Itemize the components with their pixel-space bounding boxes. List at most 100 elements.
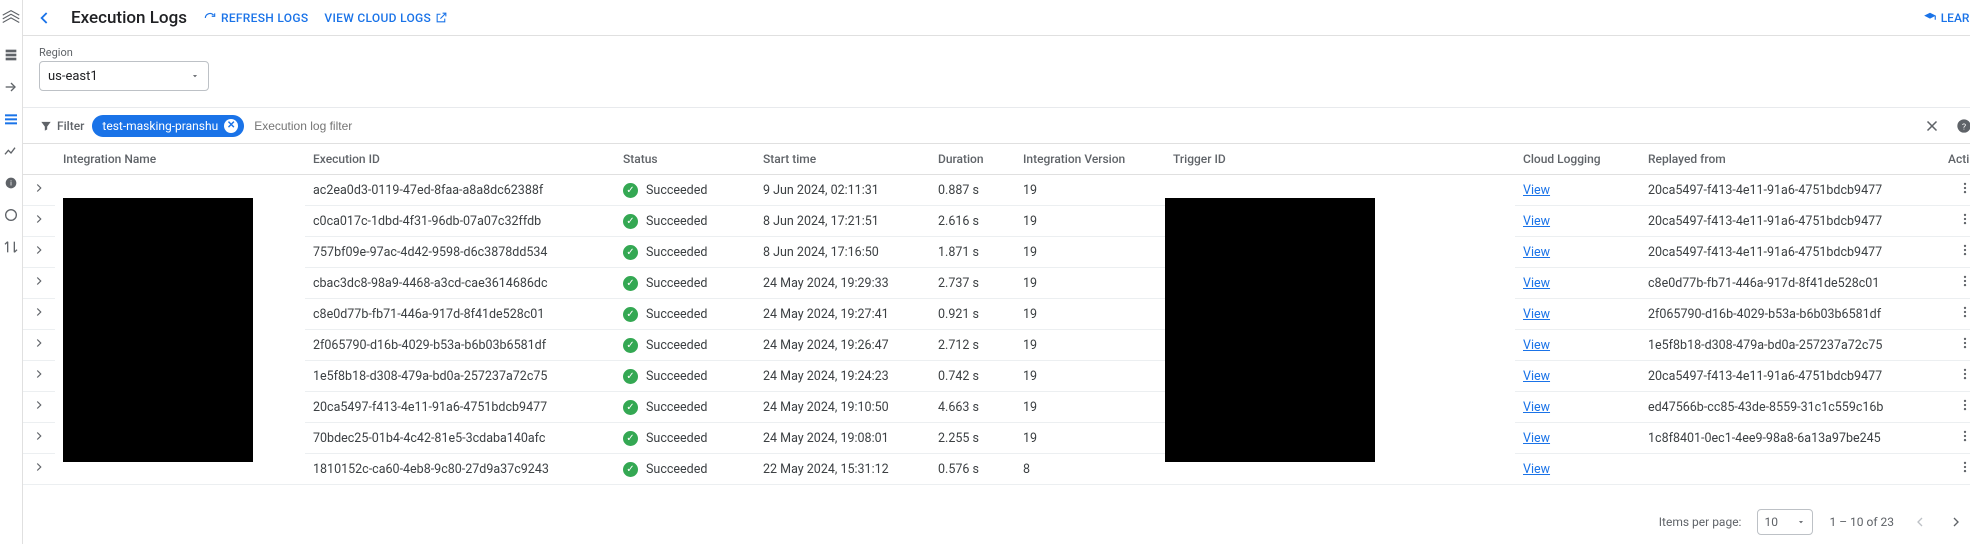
cell-status: ✓Succeeded <box>615 268 755 299</box>
cell-status: ✓Succeeded <box>615 206 755 237</box>
row-actions-button[interactable] <box>1940 361 1970 392</box>
view-cloud-log-link[interactable]: View <box>1523 245 1550 260</box>
view-cloud-log-link[interactable]: View <box>1523 369 1550 384</box>
expand-row-button[interactable] <box>23 454 55 485</box>
filter-bar: Filter test-masking-pranshu ✕ ? <box>23 108 1970 144</box>
expand-row-button[interactable] <box>23 175 55 206</box>
expand-row-button[interactable] <box>23 268 55 299</box>
view-cloud-log-link[interactable]: View <box>1523 462 1550 477</box>
filter-help-button[interactable]: ? <box>1954 116 1970 136</box>
view-cloud-logs-button[interactable]: VIEW CLOUD LOGS <box>324 11 448 25</box>
cell-cloud-logging: View <box>1515 454 1640 485</box>
cell-integration-version: 19 <box>1015 361 1165 392</box>
expand-row-button[interactable] <box>23 299 55 330</box>
cell-replayed-from: c8e0d77b-fb71-446a-917d-8f41de528c01 <box>1640 268 1940 299</box>
row-actions-button[interactable] <box>1940 206 1970 237</box>
col-start-time: Start time <box>755 144 930 175</box>
check-circle-icon: ✓ <box>623 276 638 291</box>
cell-cloud-logging: View <box>1515 206 1640 237</box>
row-actions-button[interactable] <box>1940 454 1970 485</box>
row-actions-button[interactable] <box>1940 237 1970 268</box>
filter-input[interactable] <box>252 118 1914 134</box>
status-text: Succeeded <box>646 307 707 322</box>
region-select[interactable]: us-east1 <box>39 61 209 91</box>
back-button[interactable] <box>35 8 55 28</box>
expand-row-button[interactable] <box>23 206 55 237</box>
refresh-logs-button[interactable]: REFRESH LOGS <box>203 11 308 25</box>
row-actions-button[interactable] <box>1940 268 1970 299</box>
cell-integration-version: 19 <box>1015 237 1165 268</box>
region-value: us-east1 <box>48 69 98 84</box>
cell-duration: 0.921 s <box>930 299 1015 330</box>
pager-range: 1 – 10 of 23 <box>1829 515 1894 529</box>
view-cloud-log-link[interactable]: View <box>1523 214 1550 229</box>
view-cloud-log-link[interactable]: View <box>1523 276 1550 291</box>
cell-status: ✓Succeeded <box>615 330 755 361</box>
close-icon <box>1923 117 1941 135</box>
svg-text:?: ? <box>1962 122 1966 132</box>
nav-item-5-icon[interactable]: i <box>2 174 20 192</box>
table-row: 757bf09e-97ac-4d42-9598-d6c3878dd534✓Suc… <box>23 237 1970 268</box>
row-actions-button[interactable] <box>1940 423 1970 454</box>
pager-prev-button[interactable] <box>1910 512 1930 532</box>
status-text: Succeeded <box>646 462 707 477</box>
view-cloud-log-link[interactable]: View <box>1523 307 1550 322</box>
row-actions-button[interactable] <box>1940 299 1970 330</box>
filter-chip-remove[interactable]: ✕ <box>224 119 238 133</box>
cell-status: ✓Succeeded <box>615 237 755 268</box>
cell-duration: 0.576 s <box>930 454 1015 485</box>
learn-label: LEARN <box>1941 11 1970 25</box>
chevron-right-icon <box>32 181 46 195</box>
row-actions-button[interactable] <box>1940 330 1970 361</box>
items-per-page-select[interactable]: 10 <box>1757 509 1813 535</box>
expand-row-button[interactable] <box>23 237 55 268</box>
col-integration-name: Integration Name <box>55 144 305 175</box>
cell-integration-version: 19 <box>1015 423 1165 454</box>
cell-cloud-logging: View <box>1515 361 1640 392</box>
chevron-left-icon <box>1912 514 1928 530</box>
expand-row-button[interactable] <box>23 330 55 361</box>
nav-item-logs-icon[interactable] <box>2 110 20 128</box>
filter-chip[interactable]: test-masking-pranshu ✕ <box>92 115 244 137</box>
check-circle-icon: ✓ <box>623 369 638 384</box>
col-trigger-id: Trigger ID <box>1165 144 1515 175</box>
region-label: Region <box>39 46 1970 59</box>
filter-label-group: Filter <box>39 119 84 133</box>
cell-integration-name-redacted <box>55 175 305 485</box>
nav-item-1-icon[interactable] <box>2 46 20 64</box>
help-icon: ? <box>1956 118 1970 134</box>
nav-item-7-icon[interactable] <box>2 238 20 256</box>
cell-duration: 0.742 s <box>930 361 1015 392</box>
view-cloud-log-link[interactable]: View <box>1523 183 1550 198</box>
product-logo-icon <box>0 6 22 32</box>
page-title: Execution Logs <box>71 8 187 28</box>
status-text: Succeeded <box>646 431 707 446</box>
expand-row-button[interactable] <box>23 392 55 423</box>
cell-cloud-logging: View <box>1515 268 1640 299</box>
col-execution-id: Execution ID <box>305 144 615 175</box>
more-vert-icon <box>1958 367 1970 381</box>
nav-item-6-icon[interactable] <box>2 206 20 224</box>
cell-start-time: 24 May 2024, 19:27:41 <box>755 299 930 330</box>
more-vert-icon <box>1958 212 1970 226</box>
cell-execution-id: cbac3dc8-98a9-4468-a3cd-cae3614686dc <box>305 268 615 299</box>
expand-row-button[interactable] <box>23 361 55 392</box>
row-actions-button[interactable] <box>1940 392 1970 423</box>
cell-integration-version: 19 <box>1015 299 1165 330</box>
row-actions-button[interactable] <box>1940 175 1970 206</box>
view-cloud-log-link[interactable]: View <box>1523 400 1550 415</box>
cell-execution-id: 1810152c-ca60-4eb8-9c80-27d9a37c9243 <box>305 454 615 485</box>
col-integration-version: Integration Version <box>1015 144 1165 175</box>
check-circle-icon: ✓ <box>623 400 638 415</box>
cell-replayed-from: 2f065790-d16b-4029-b53a-b6b03b6581df <box>1640 299 1940 330</box>
pager-next-button[interactable] <box>1946 512 1966 532</box>
view-cloud-log-link[interactable]: View <box>1523 431 1550 446</box>
table-row: 1e5f8b18-d308-479a-bd0a-257237a72c75✓Suc… <box>23 361 1970 392</box>
nav-item-2-icon[interactable] <box>2 78 20 96</box>
left-nav: i <box>0 0 23 544</box>
nav-item-4-icon[interactable] <box>2 142 20 160</box>
learn-button[interactable]: LEARN <box>1923 11 1970 25</box>
view-cloud-log-link[interactable]: View <box>1523 338 1550 353</box>
expand-row-button[interactable] <box>23 423 55 454</box>
clear-filters-button[interactable] <box>1922 116 1942 136</box>
